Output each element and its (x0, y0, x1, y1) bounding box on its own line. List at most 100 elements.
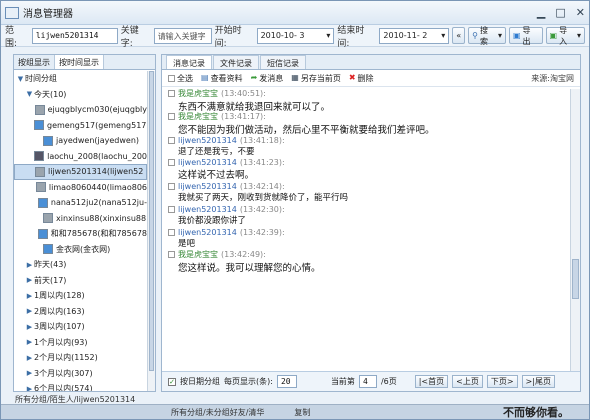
export-button[interactable]: ▣ 导出 (508, 26, 543, 46)
send-message-label: 发消息 (259, 73, 284, 83)
minimize-icon[interactable]: ▁ (537, 6, 545, 19)
tree-node[interactable]: ▶ 3周以内(107) (14, 319, 147, 335)
tree-node[interactable]: ▶ 1个月以内(93) (14, 335, 147, 351)
collapse-button[interactable]: « (452, 27, 466, 44)
tree-node-label: 和和785678(和和785678 (50, 229, 147, 239)
end-time-label: 结束时间: (337, 25, 365, 49)
keyword-input[interactable]: 请输入关键字 (153, 27, 212, 44)
select-all-checkbox[interactable]: 全选 (168, 73, 193, 84)
window-controls: ▁ □ ✕ (537, 6, 585, 19)
tree-node[interactable]: ▶ 3个月以内(307) (14, 366, 147, 382)
avatar-icon (43, 244, 53, 255)
message-checkbox[interactable] (168, 229, 175, 236)
import-label: 导入 (559, 25, 568, 46)
total-pages-label: /6页 (380, 377, 397, 386)
tree-node[interactable]: lijwen5201314(lijwen52 (14, 164, 147, 180)
tree-node[interactable]: gemeng517(gemeng517) (14, 118, 147, 134)
tab-by-group[interactable]: 按组显示 (14, 55, 55, 69)
message-sender: lijwen5201314 (178, 228, 237, 237)
tree-node[interactable]: ▶ 2周以内(163) (14, 304, 147, 320)
tree-node-label: 1周以内(128) (34, 291, 85, 301)
tree-scrollbar-thumb[interactable] (149, 71, 154, 371)
by-date-label: 按日期分组 (180, 377, 220, 386)
tab-file-records[interactable]: 文件记录 (213, 55, 259, 69)
tab-by-time[interactable]: 按时间显示 (55, 55, 104, 69)
collapsed-arrow-icon[interactable]: ▶ (25, 323, 34, 331)
tree-node[interactable]: ▶ 前天(17) (14, 273, 147, 289)
tree-node[interactable]: jayedwen(jayedwen) (14, 133, 147, 149)
export-icon: ▣ (512, 31, 521, 40)
tree-node[interactable]: ejuqgblycm030(ejuqgbly (14, 102, 147, 118)
by-date-checkbox[interactable]: ✓ (168, 377, 176, 386)
end-time-picker[interactable]: 2010-11- 2 ▾ (379, 27, 450, 44)
tree-node[interactable]: ▶ 1周以内(128) (14, 288, 147, 304)
tree-node[interactable]: 金衣网(金衣网) (14, 242, 147, 258)
search-button[interactable]: ⚲ 搜索 ▾ (468, 26, 506, 46)
chevron-down-icon: ▾ (441, 31, 446, 40)
range-input[interactable]: lijwen5201314 (31, 27, 118, 44)
tree-node[interactable]: nana512ju2(nana512ju- (14, 195, 147, 211)
message-scrollbar-thumb[interactable] (572, 259, 579, 299)
tree-node-label: lijwen5201314(lijwen52 (48, 167, 144, 177)
bg-copy-text: 复制 (294, 407, 311, 417)
prev-page-button[interactable]: <上页 (452, 375, 483, 388)
message-checkbox[interactable] (168, 90, 175, 97)
tree-node-label: 时间分组 (25, 74, 57, 84)
tree-node[interactable]: ▼ 今天(10) (14, 87, 147, 103)
collapsed-arrow-icon[interactable]: ▶ (25, 307, 34, 315)
save-page-button[interactable]: ▦ 另存当前页 (291, 73, 341, 84)
expanded-arrow-icon[interactable]: ▼ (25, 90, 34, 98)
source-label: 来源:淘宝网 (531, 73, 574, 83)
collapsed-arrow-icon[interactable]: ▶ (25, 338, 34, 346)
next-page-button[interactable]: 下页> (486, 375, 518, 388)
collapsed-arrow-icon[interactable]: ▶ (25, 261, 34, 269)
view-profile-button[interactable]: ▤ 查看资料 (201, 73, 243, 84)
bg-path-text: 所有分组/未分组好友/清华 (171, 407, 265, 417)
current-page-input[interactable]: 4 (358, 375, 377, 388)
message-manager-window: 消息管理器 ▁ □ ✕ 范 围: lijwen5201314 关键字: 请输入关… (0, 0, 590, 420)
message-checkbox[interactable] (168, 251, 175, 258)
tree-node-label: 2个月以内(1152) (34, 353, 98, 363)
message-checkbox[interactable] (168, 113, 175, 120)
tree-node[interactable]: ▼ 时间分组 (14, 71, 147, 87)
tree-node[interactable]: xinxinsu88(xinxinsu88 (14, 211, 147, 227)
collapsed-arrow-icon[interactable]: ▶ (25, 369, 34, 377)
close-icon[interactable]: ✕ (576, 6, 585, 19)
delete-button[interactable]: ✖ 删除 (349, 73, 374, 84)
tab-message-records[interactable]: 消息记录 (166, 55, 212, 69)
message-text: 您不能因为我们做活动，然后心里不平衡就要给我们差评吧。 (178, 125, 435, 135)
tree-node[interactable]: ▶ 2个月以内(1152) (14, 350, 147, 366)
background-window-strip: 所有分组/未分组好友/清华 复制 不而够你看。 (1, 404, 589, 419)
right-panel: 消息记录 文件记录 短信记录 全选 ▤ 查看资料 ➦ 发消息 ▦ 另存当前页 ✖ 删除 … (161, 54, 581, 392)
collapsed-arrow-icon[interactable]: ▶ (25, 354, 34, 362)
tree-node-label: 3个月以内(307) (34, 368, 93, 378)
tab-sms-records[interactable]: 短信记录 (260, 55, 306, 69)
message-checkbox[interactable] (168, 206, 175, 213)
message-text: 东西不满意就给我退回来就可以了。 (178, 102, 331, 112)
collapsed-arrow-icon[interactable]: ▶ (25, 385, 34, 391)
message-checkbox[interactable] (168, 183, 175, 190)
tree-node[interactable]: limao8060440(limao806 (14, 180, 147, 196)
message-scrollbar[interactable] (570, 89, 580, 371)
import-button[interactable]: ▣ 导入 ▾ (545, 25, 586, 46)
first-page-button[interactable]: |<首页 (414, 375, 449, 388)
send-message-button[interactable]: ➦ 发消息 (251, 73, 284, 84)
collapsed-arrow-icon[interactable]: ▶ (25, 292, 34, 300)
pager-bar: ✓ 按日期分组 每页显示(条): 20 当前第 4 /6页 |<首页 <上页 下… (162, 371, 580, 391)
tree-node[interactable]: 和和785678(和和785678 (14, 226, 147, 242)
tree-scrollbar[interactable] (147, 71, 155, 391)
per-page-input[interactable]: 20 (276, 375, 297, 388)
message-checkbox[interactable] (168, 159, 175, 166)
chevron-down-icon: ▾ (577, 31, 582, 40)
expanded-arrow-icon[interactable]: ▼ (16, 75, 25, 83)
tree-node[interactable]: laochu_2008(laochu_200 (14, 149, 147, 165)
last-page-button[interactable]: >|尾页 (521, 375, 555, 388)
profile-icon: ▤ (201, 72, 209, 82)
maximize-icon[interactable]: □ (555, 6, 565, 19)
tree-node[interactable]: ▶ 昨天(43) (14, 257, 147, 273)
tree-node[interactable]: ▶ 6个月以内(574) (14, 381, 147, 391)
message-time: (13:42:39): (239, 228, 285, 237)
message-checkbox[interactable] (168, 137, 175, 144)
start-time-picker[interactable]: 2010-10- 3 ▾ (256, 27, 335, 44)
collapsed-arrow-icon[interactable]: ▶ (25, 276, 34, 284)
